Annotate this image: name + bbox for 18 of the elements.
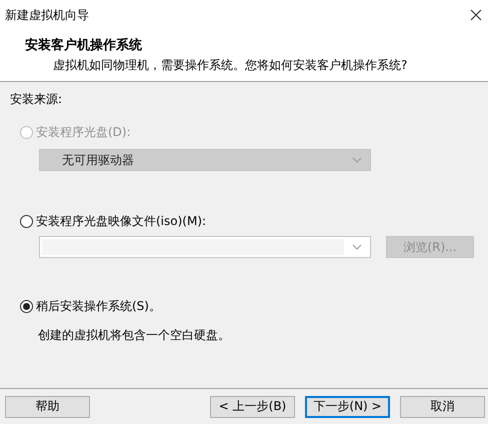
option-description: 创建的虚拟机将包含一个空白硬盘。 (38, 328, 230, 342)
window-title: 新建虚拟机向导 (5, 6, 89, 24)
header-subtitle: 虚拟机如同物理机，需要操作系统。您将如何安装客户机操作系统? (53, 57, 408, 74)
section-label: 安装来源: (10, 92, 62, 106)
iso-path-field[interactable] (39, 236, 371, 258)
radio-button[interactable] (20, 300, 33, 313)
caret-icon (352, 244, 362, 250)
dialog-button[interactable]: 取消 (400, 396, 485, 418)
caret-icon (352, 157, 362, 163)
dialog-button[interactable]: 帮助 (5, 396, 90, 418)
dialog-button[interactable]: < 上一步(B) (210, 396, 295, 418)
radio-label: 稍后安装操作系统(S)。 (36, 298, 161, 315)
dialog-button[interactable]: 下一步(N) > (305, 396, 390, 418)
header-title: 安装客户机操作系统 (25, 36, 142, 54)
radio-label: 安装程序光盘映像文件(iso)(M): (36, 213, 206, 230)
close-icon[interactable] (470, 9, 482, 21)
radio-label: 安装程序光盘(D): (36, 124, 131, 141)
radio-button[interactable] (20, 215, 33, 228)
